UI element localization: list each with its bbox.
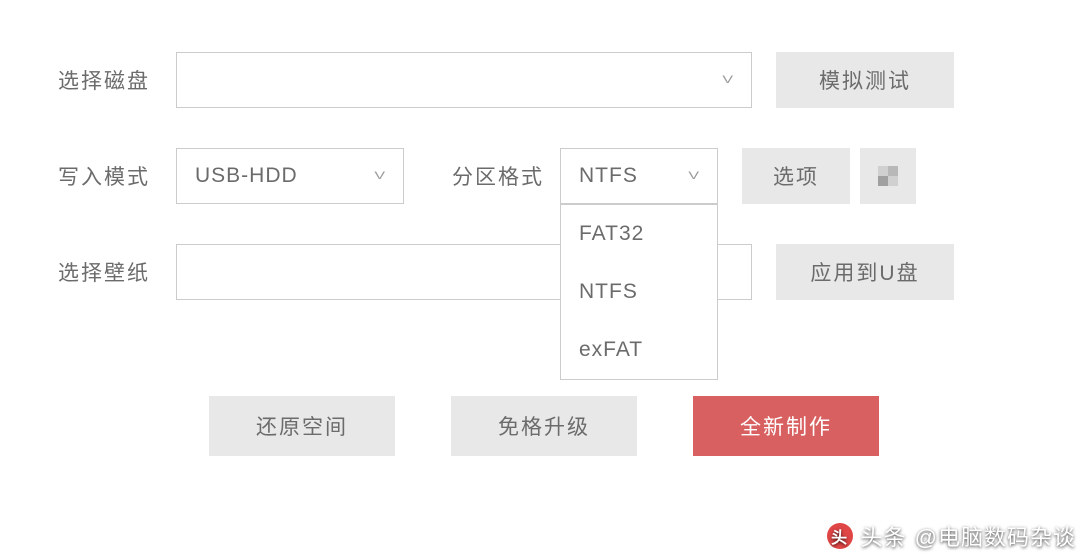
restore-space-button[interactable]: 还原空间 [209, 396, 395, 456]
dropdown-option[interactable]: NTFS [561, 263, 717, 321]
settings-icon-button[interactable] [860, 148, 916, 204]
watermark-prefix: 头条 [861, 520, 907, 552]
pixel-icon [878, 166, 898, 186]
write-mode-select[interactable]: USB-HDD V [176, 148, 404, 204]
partition-format-value: NTFS [579, 164, 688, 188]
select-wallpaper-label: 选择壁纸 [58, 257, 176, 287]
write-mode-label: 写入模式 [58, 161, 176, 191]
create-new-button[interactable]: 全新制作 [693, 396, 879, 456]
partition-format-select[interactable]: NTFS V FAT32 NTFS exFAT [560, 148, 718, 204]
select-disk-label: 选择磁盘 [58, 65, 176, 95]
watermark-icon: 头 [827, 523, 853, 549]
apply-to-usb-button[interactable]: 应用到U盘 [776, 244, 954, 300]
upgrade-no-format-button[interactable]: 免格升级 [451, 396, 637, 456]
dropdown-option[interactable]: exFAT [561, 321, 717, 379]
simulate-test-button[interactable]: 模拟测试 [776, 52, 954, 108]
chevron-down-icon: V [374, 170, 385, 183]
chevron-down-icon: V [722, 74, 733, 87]
options-button[interactable]: 选项 [742, 148, 850, 204]
dropdown-option[interactable]: FAT32 [561, 205, 717, 263]
write-mode-value: USB-HDD [195, 164, 374, 188]
chevron-down-icon: V [688, 170, 699, 183]
watermark-handle: @电脑数码杂谈 [915, 520, 1076, 552]
partition-format-label: 分区格式 [452, 161, 544, 191]
watermark: 头 头条 @电脑数码杂谈 [827, 520, 1076, 552]
disk-select[interactable]: V [176, 52, 752, 108]
partition-format-dropdown: FAT32 NTFS exFAT [560, 204, 718, 380]
